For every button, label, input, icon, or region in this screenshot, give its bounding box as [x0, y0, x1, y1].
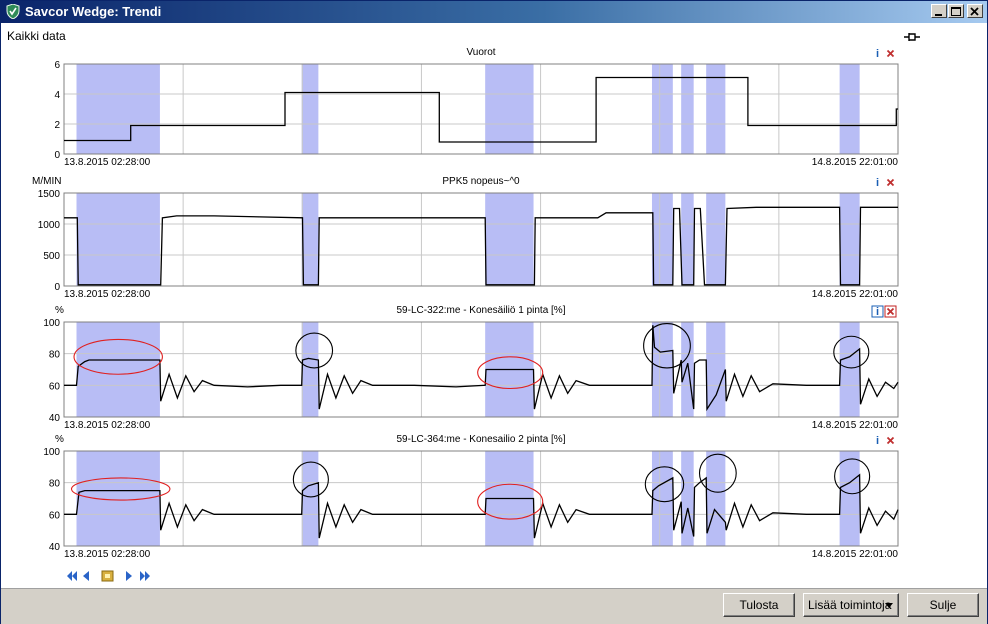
- minimize-icon: [935, 14, 942, 16]
- chart-4-y-tick-label: 40: [49, 542, 61, 553]
- trend-content: Kaikki data 0 2 4 6 Vuorot 13.8.2015 02:28:00…: [1, 23, 987, 607]
- chart-2-title: PPK5 nopeus~^0: [442, 176, 520, 187]
- more-actions-button[interactable]: Lisää toimintoja: [803, 593, 899, 617]
- dropdown-arrow-icon: [885, 603, 893, 608]
- chart-3-info-icon[interactable]: i: [876, 306, 879, 318]
- chart-1-y-tick-label: 0: [54, 150, 60, 161]
- chart-2-x-start-label: 13.8.2015 02:28:00: [64, 289, 151, 300]
- chart-2-y-tick-label: 1500: [38, 189, 61, 200]
- chart-4-x-start-label: 13.8.2015 02:28:00: [64, 549, 151, 560]
- chart-4-unit-label: %: [55, 434, 64, 445]
- chart-3-y-tick-label: 60: [49, 381, 61, 392]
- chart-2-y-tick-label: 0: [54, 282, 60, 293]
- close-button[interactable]: Sulje: [907, 593, 979, 617]
- trend-charts: 0 2 4 6 Vuorot 13.8.2015 02:28:00 14.8.2015 22…: [32, 47, 899, 560]
- chart-1-frame: [63, 63, 899, 155]
- chart-2-series-line: [64, 206, 898, 286]
- chart-2-highlight-band: [681, 193, 694, 286]
- chart-2-highlight-band: [301, 193, 319, 286]
- chart-4-series-line: [64, 473, 899, 539]
- more-actions-label: Lisää toimintoja: [808, 598, 892, 612]
- previous-page-icon[interactable]: [83, 571, 89, 581]
- chart-1-highlight-band: [301, 64, 319, 154]
- chart-2-info-icon[interactable]: i: [876, 177, 879, 189]
- chart-2-x-end-label: 14.8.2015 22:01:00: [812, 289, 899, 300]
- chart-3-x-start-label: 13.8.2015 02:28:00: [64, 420, 151, 431]
- chart-1-x-end-label: 14.8.2015 22:01:00: [812, 157, 899, 168]
- minimize-button[interactable]: [931, 4, 947, 18]
- zoom-home-icon[interactable]: [101, 570, 114, 582]
- chart-3-remove-icon[interactable]: [886, 307, 895, 316]
- chart-3-highlight-band: [681, 322, 694, 417]
- title-bar[interactable]: Savcor Wedge: Trendi: [1, 1, 987, 23]
- chart-1-info-icon[interactable]: i: [876, 48, 879, 60]
- app-shield-icon: [6, 4, 20, 19]
- chart-4-y-tick-label: 80: [49, 479, 61, 490]
- chart-1-remove-icon[interactable]: [886, 49, 895, 58]
- chart-1-y-tick-label: 2: [54, 120, 60, 131]
- chart-3-frame: [63, 321, 899, 418]
- first-page-icon[interactable]: [67, 571, 77, 581]
- chart-4-info-icon[interactable]: i: [876, 435, 879, 447]
- chart-4-highlight-band: [706, 451, 726, 546]
- chart-2-highlight-band: [485, 193, 534, 286]
- chart-3-highlight-band: [706, 322, 726, 417]
- print-button[interactable]: Tulosta: [723, 593, 795, 617]
- maximize-icon: [951, 7, 961, 16]
- chart-3-title: 59-LC-322:me - Konesäiliö 1 pinta [%]: [397, 305, 566, 316]
- chart-4-highlight-band: [681, 451, 694, 546]
- chart-3-y-tick-label: 80: [49, 350, 61, 361]
- chart-2-highlight-band: [706, 193, 726, 286]
- close-window-button[interactable]: [967, 4, 983, 18]
- chart-2-highlight-band: [839, 193, 860, 286]
- navigation-bar: [67, 570, 150, 582]
- chart-1-title: Vuorot: [466, 47, 495, 58]
- chart-3-x-end-label: 14.8.2015 22:01:00: [812, 420, 899, 431]
- chart-4-highlight-band: [651, 451, 673, 546]
- chart-1-highlight-band: [485, 64, 534, 154]
- chart-4-remove-icon[interactable]: [886, 436, 895, 445]
- chart-1-series-line: [64, 76, 898, 143]
- chart-2-highlight-band: [651, 193, 673, 286]
- chart-2-y-tick-label: 500: [43, 251, 60, 262]
- window-title: Savcor Wedge: Trendi: [25, 4, 162, 19]
- chart-4-highlight-band: [839, 451, 860, 546]
- chart-3-y-tick-label: 100: [43, 318, 60, 329]
- last-page-icon[interactable]: [140, 571, 150, 581]
- chart-4-frame: [63, 450, 899, 547]
- close-icon: [970, 7, 979, 16]
- chart-4-highlight-band: [301, 451, 319, 546]
- chart-2-unit-label: M/MIN: [32, 176, 61, 187]
- chart-2-highlight-band: [76, 193, 160, 286]
- chart-4-y-tick-label: 60: [49, 510, 61, 521]
- chart-1-highlight-band: [839, 64, 860, 154]
- trend-window: Savcor Wedge: Trendi Kaikki data 0 2 4 6 Vuo…: [0, 0, 988, 624]
- chart-2-remove-icon[interactable]: [886, 178, 895, 187]
- chart-4-x-end-label: 14.8.2015 22:01:00: [812, 549, 899, 560]
- chart-3-highlight-band: [651, 322, 673, 417]
- chart-3-unit-label: %: [55, 305, 64, 316]
- chart-3-series-line: [64, 325, 899, 412]
- chart-3-y-tick-label: 40: [49, 413, 61, 424]
- chart-1-y-tick-label: 6: [54, 60, 60, 71]
- chart-4-title: 59-LC-364:me - Konesailio 2 pinta [%]: [397, 434, 566, 445]
- chart-1-y-tick-label: 4: [54, 90, 60, 101]
- maximize-button[interactable]: [948, 4, 964, 18]
- chart-1-x-start-label: 13.8.2015 02:28:00: [64, 157, 151, 168]
- button-bar: Tulosta Lisää toimintoja Sulje: [1, 588, 987, 624]
- chart-4-y-tick-label: 100: [43, 447, 60, 458]
- next-page-icon[interactable]: [126, 571, 132, 581]
- chart-2-y-tick-label: 1000: [38, 220, 61, 231]
